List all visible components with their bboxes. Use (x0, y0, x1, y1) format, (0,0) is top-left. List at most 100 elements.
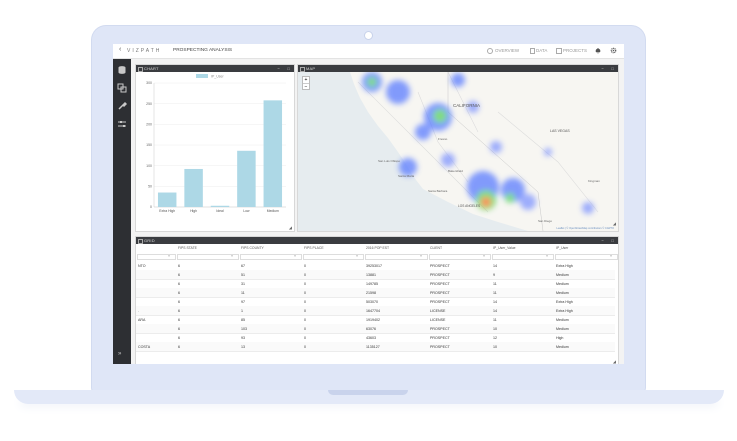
table-cell: 21598 (366, 290, 376, 295)
table-cell: 6 (178, 263, 180, 268)
column-filter-input[interactable] (240, 254, 302, 260)
filter-icon[interactable]: ▿ (294, 253, 296, 258)
maximize-icon[interactable]: □ (611, 65, 614, 72)
map-label: Santa Barbara (428, 189, 448, 193)
column-header[interactable]: 2016 POP EST (366, 246, 389, 250)
filter-icon[interactable]: ▿ (356, 253, 358, 258)
column-header[interactable]: FIPS PLACE (304, 246, 324, 250)
gear-icon[interactable] (610, 47, 617, 54)
table-cell: 6 (178, 344, 180, 349)
bar-high (184, 168, 203, 207)
zoom-in-button[interactable]: + (303, 77, 309, 84)
column-filter-input[interactable] (429, 254, 491, 260)
table-cell: 1919402 (366, 317, 380, 322)
chart-panel-header[interactable]: CHART − □ (136, 65, 294, 72)
legend-swatch (196, 74, 208, 78)
page-title: PROSPECTING ANALYSIS (173, 48, 233, 53)
table-cell: ARA (138, 317, 146, 322)
maximize-icon[interactable]: □ (611, 237, 614, 244)
nav-data[interactable]: DATA (536, 48, 547, 53)
column-filter-input[interactable] (303, 254, 364, 260)
column-header[interactable]: CLIENT (430, 246, 442, 250)
table-cell: 14 (493, 308, 497, 313)
zoom-out-button[interactable]: − (303, 84, 309, 90)
legend-label: IP_User (211, 75, 224, 79)
column-filter-input[interactable] (365, 254, 428, 260)
column-header[interactable]: FIPS COUNTY (241, 246, 264, 250)
table-cell: 43603 (366, 335, 376, 340)
x-tick-label: High (190, 209, 197, 213)
table-cell: 10 (493, 344, 497, 349)
map-attribution[interactable]: Leaflet | © OpenStreetMap contributors ©… (557, 227, 614, 230)
maximize-icon[interactable]: □ (287, 65, 290, 72)
y-tick-label: 250 (146, 102, 152, 106)
filter-icon[interactable]: ▿ (483, 253, 485, 258)
table-cell: 11 (241, 290, 245, 295)
table-cell: 1647704 (366, 308, 380, 313)
column-filter-input[interactable] (177, 254, 239, 260)
column-header[interactable]: IP_User (556, 246, 568, 250)
table-cell: 6 (178, 326, 180, 331)
filter-icon[interactable]: ▿ (420, 253, 422, 258)
table-cell: 503070 (366, 299, 378, 304)
filter-icon[interactable]: ▿ (168, 253, 170, 258)
laptop-notch (328, 390, 408, 395)
drag-handle-icon[interactable] (138, 67, 143, 72)
table-cell: Medium (556, 272, 569, 277)
database-icon[interactable] (117, 65, 127, 75)
y-tick-label: 100 (146, 164, 152, 168)
y-tick-label: 150 (146, 143, 152, 147)
resize-handle-icon[interactable]: ◢ (613, 359, 616, 364)
table-cell: 0 (304, 272, 306, 277)
table-cell: 11 (493, 281, 497, 286)
table-cell: Medium (556, 317, 569, 322)
map-panel-header[interactable]: MAP − □ (298, 65, 618, 72)
table-cell: 6 (178, 299, 180, 304)
y-tick-label: 200 (146, 123, 152, 127)
laptop-camera (364, 31, 373, 40)
table-cell: 13881 (366, 272, 376, 277)
resize-handle-icon[interactable]: ◢ (613, 221, 616, 226)
nav-projects[interactable]: PROJECTS (563, 48, 587, 53)
column-filter-input[interactable] (492, 254, 554, 260)
column-header[interactable]: FIPS STATE (178, 246, 197, 250)
bell-icon[interactable] (595, 47, 601, 54)
resize-handle-icon[interactable]: ◢ (289, 225, 292, 230)
table-cell: 12 (493, 335, 497, 340)
table-cell: LICENSE (430, 308, 446, 313)
y-tick-label: 0 (150, 205, 152, 209)
minimize-icon[interactable]: − (601, 237, 604, 244)
table-cell: 103 (241, 326, 247, 331)
heatmap-map[interactable]: CALIFORNIA LAS VEGAS San Luis Obispo San… (298, 72, 618, 231)
nav-overview[interactable]: OVERVIEW (495, 48, 519, 53)
table-cell: Medium (556, 344, 569, 349)
table-cell: 0 (304, 281, 306, 286)
table-cell: 14 (493, 299, 497, 304)
minimize-icon[interactable]: − (277, 65, 280, 72)
back-icon[interactable]: ‹ (119, 46, 121, 53)
app-screen: ‹ VIZPATH PROSPECTING ANALYSIS OVERVIEW … (113, 44, 624, 364)
grid-panel-header[interactable]: GRID − □ (136, 237, 618, 244)
table-cell: 6 (178, 290, 180, 295)
column-header[interactable]: IP_User_Value (493, 246, 516, 250)
map-label: LAS VEGAS (550, 129, 570, 133)
bar-extra-high (157, 192, 177, 207)
wrench-icon[interactable] (117, 101, 127, 111)
table-cell: 10 (493, 326, 497, 331)
filter-icon[interactable]: ▿ (610, 253, 612, 258)
table-cell: 0 (304, 308, 306, 313)
bar-low (237, 150, 256, 207)
table-cell: 0 (304, 344, 306, 349)
table-cell: 6 (178, 317, 180, 322)
app-logo[interactable]: VIZPATH (127, 48, 161, 54)
sliders-icon[interactable] (117, 119, 127, 129)
filter-icon[interactable]: ▿ (546, 253, 548, 258)
column-filter-input[interactable] (555, 254, 618, 260)
filter-icon[interactable]: ▿ (231, 253, 233, 258)
table-cell: 6 (178, 272, 180, 277)
expand-sidebar-icon[interactable]: » (118, 351, 121, 357)
layers-icon[interactable] (117, 83, 127, 93)
map-label: Bakersfield (448, 169, 463, 173)
minimize-icon[interactable]: − (601, 65, 604, 72)
column-filter-input[interactable] (137, 254, 176, 260)
